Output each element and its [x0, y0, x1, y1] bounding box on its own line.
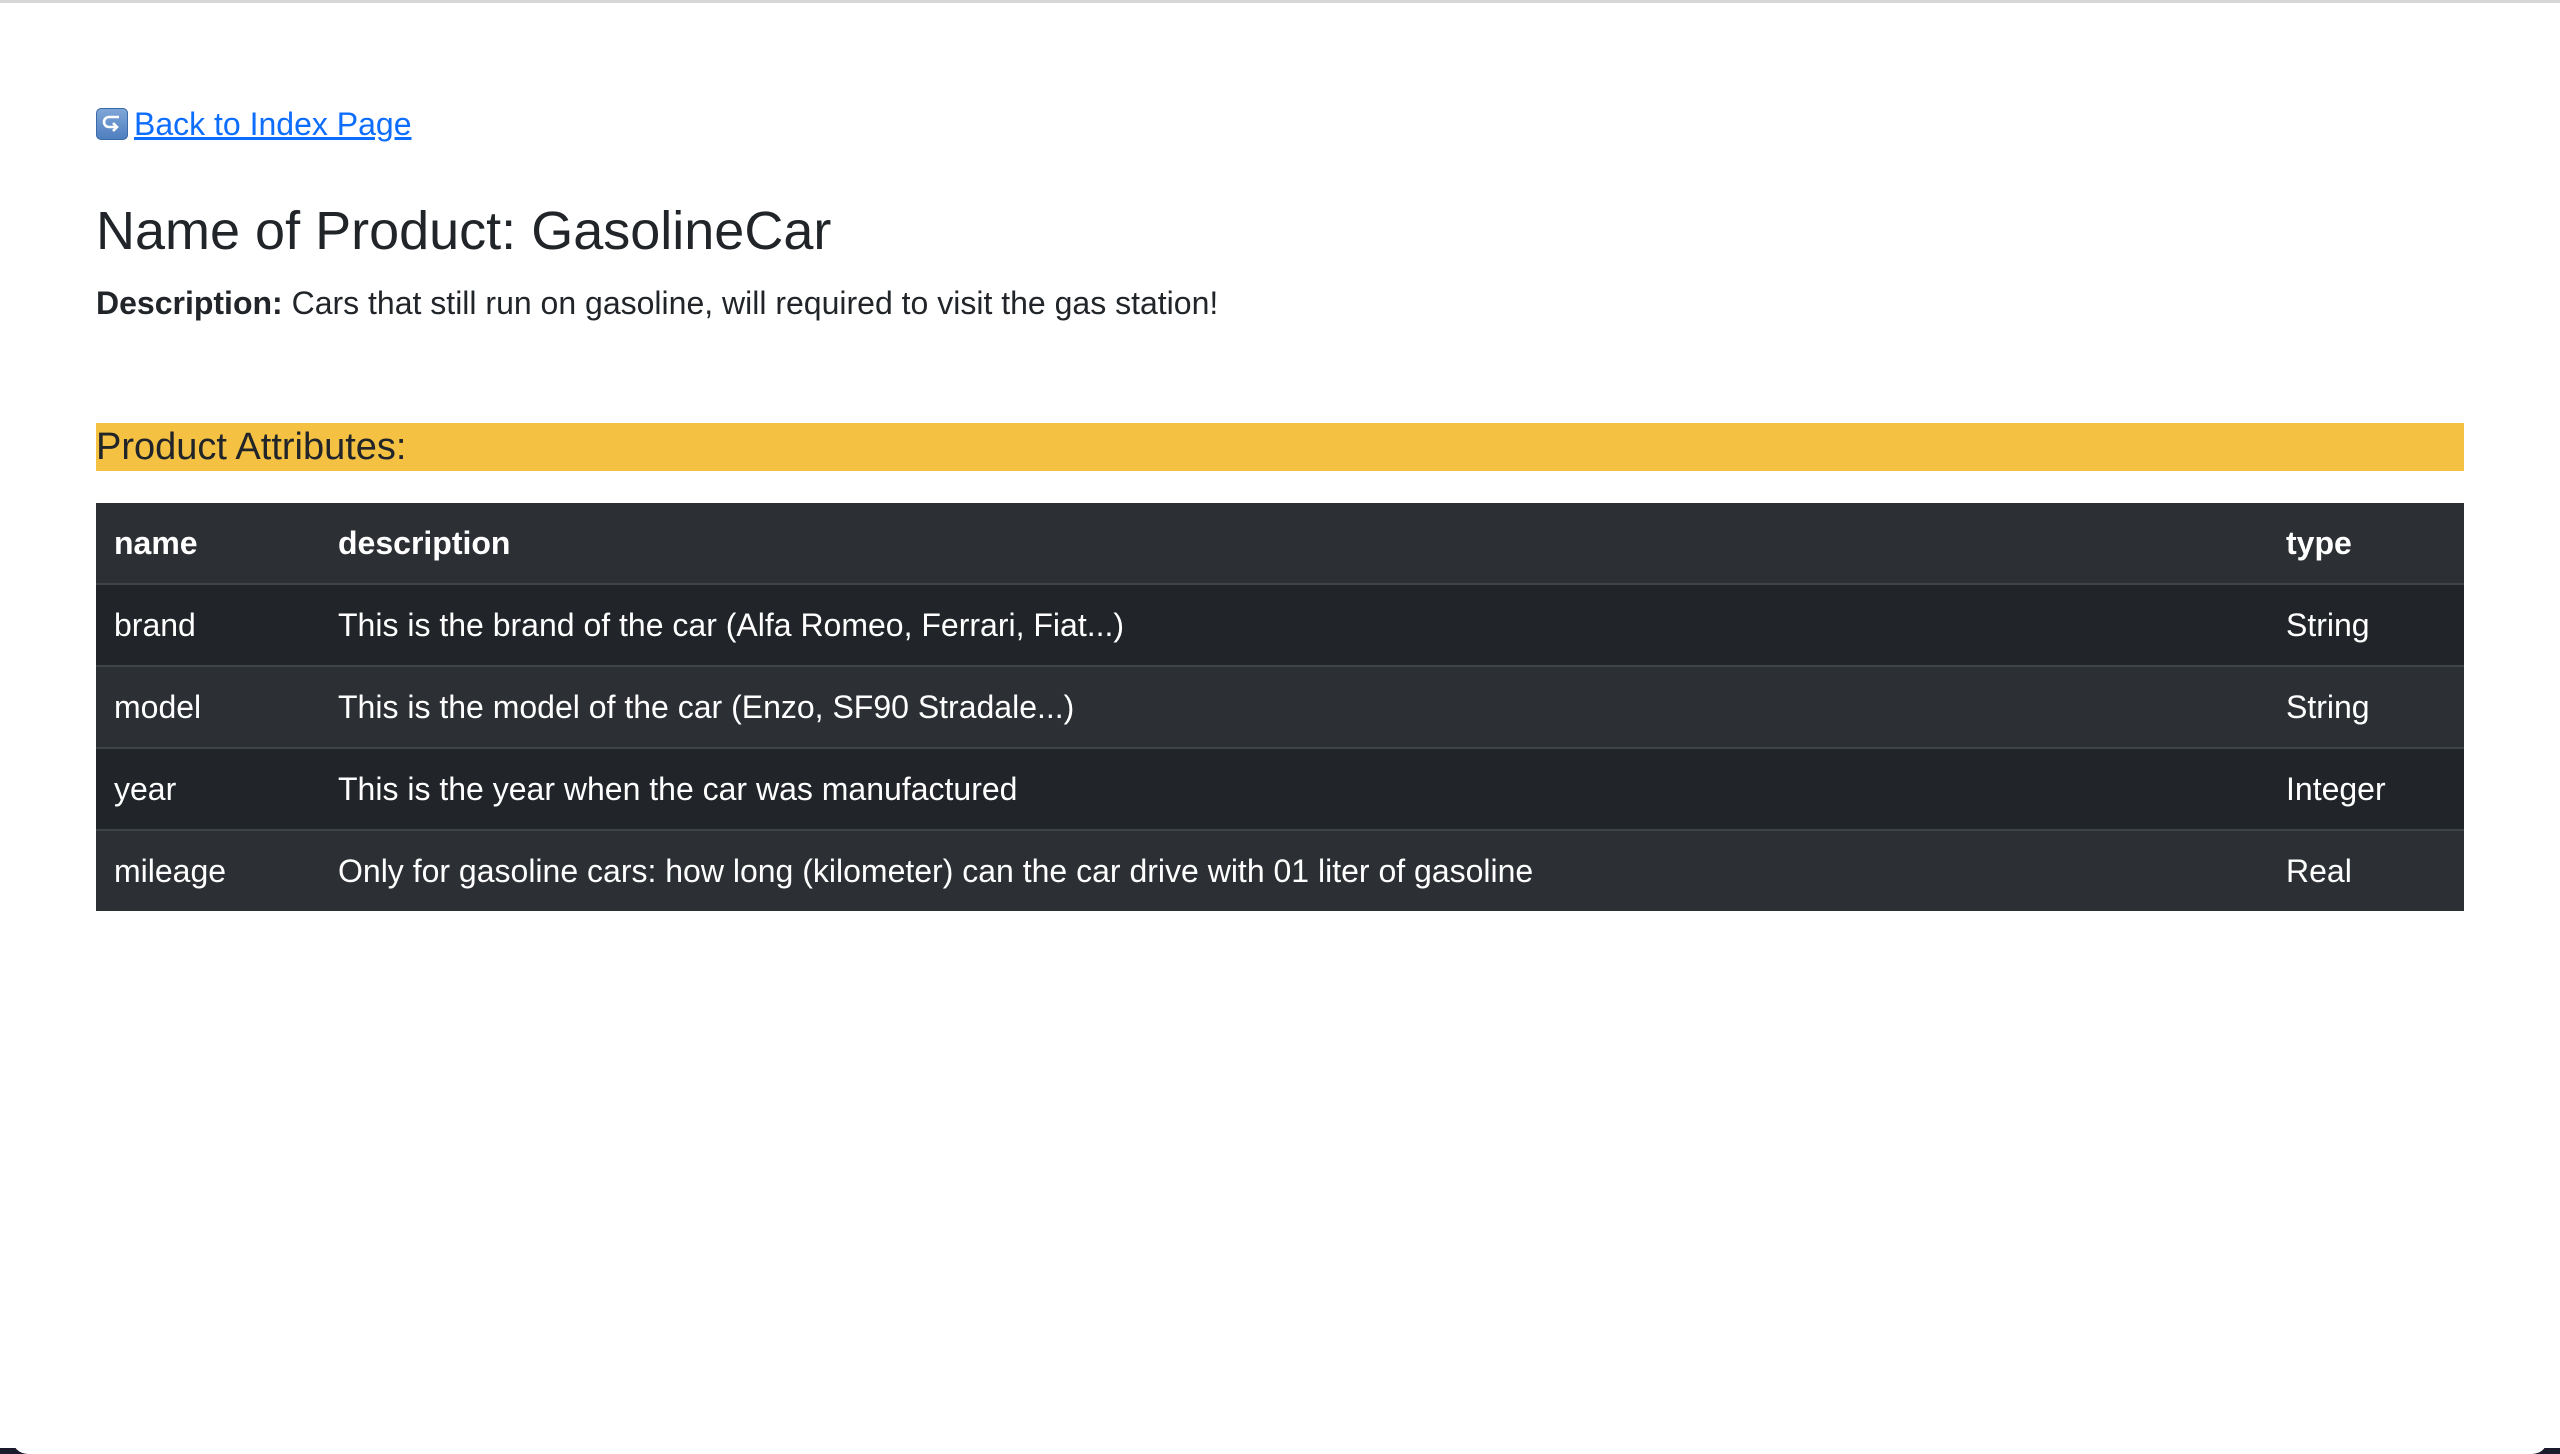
cell-type: String [2268, 665, 2464, 748]
back-link-label[interactable]: Back to Index Page [134, 104, 412, 144]
page-title: Name of Product: GasolineCar [96, 201, 832, 261]
cell-description: This is the year when the car was manufa… [320, 747, 2268, 830]
cell-name: year [96, 747, 320, 830]
cell-type: Real [2268, 829, 2464, 911]
attributes-table: name description type brand This is the … [96, 503, 2464, 911]
top-border [0, 0, 2560, 3]
column-header-type: type [2268, 503, 2464, 584]
table-row: year This is the year when the car was m… [96, 747, 2464, 830]
cell-description: This is the model of the car (Enzo, SF90… [320, 665, 2268, 748]
cell-type: Integer [2268, 747, 2464, 830]
cell-name: mileage [96, 829, 320, 911]
column-header-description: description [320, 503, 2268, 584]
window-bottom-edge [0, 1438, 2560, 1454]
back-to-index-link[interactable]: Back to Index Page [96, 104, 412, 144]
return-arrow-icon [96, 108, 128, 140]
table-header-row: name description type [96, 503, 2464, 584]
cell-description: Only for gasoline cars: how long (kilome… [320, 829, 2268, 911]
table-row: mileage Only for gasoline cars: how long… [96, 829, 2464, 911]
product-attributes-heading: Product Attributes: [96, 423, 2464, 471]
table-row: brand This is the brand of the car (Alfa… [96, 583, 2464, 666]
column-header-name: name [96, 503, 320, 584]
cell-description: This is the brand of the car (Alfa Romeo… [320, 583, 2268, 666]
cell-type: String [2268, 583, 2464, 666]
cell-name: model [96, 665, 320, 748]
product-description: Description: Cars that still run on gaso… [96, 283, 1218, 323]
cell-name: brand [96, 583, 320, 666]
table-row: model This is the model of the car (Enzo… [96, 665, 2464, 748]
description-label: Description: [96, 285, 283, 321]
description-text: Cars that still run on gasoline, will re… [291, 285, 1219, 321]
